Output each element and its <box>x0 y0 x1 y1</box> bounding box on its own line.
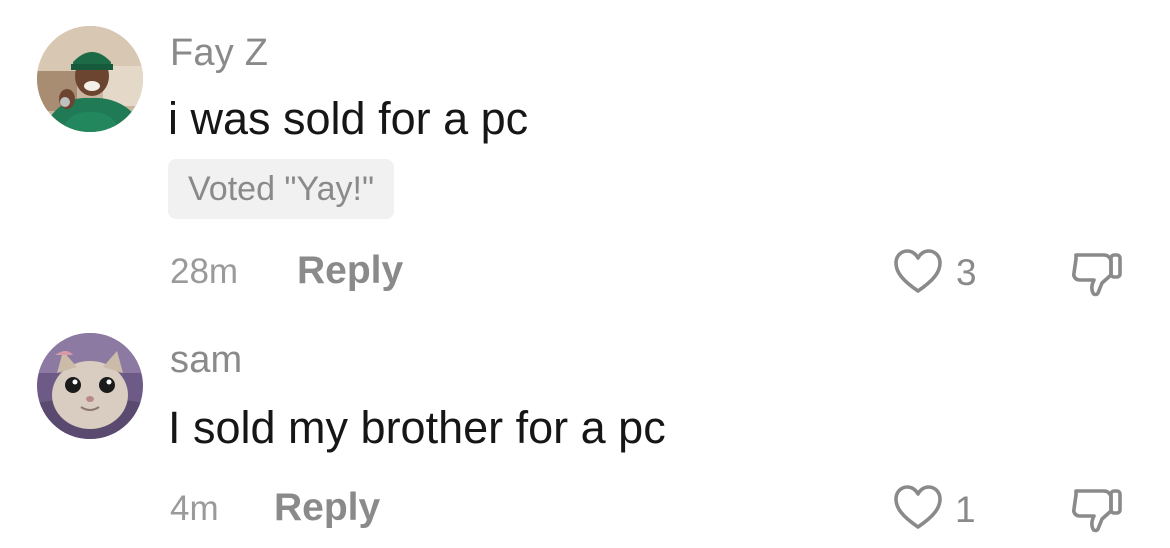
reply-button[interactable]: Reply <box>297 251 403 290</box>
comment-item: Fay Z i was sold for a pc Voted "Yay!" 2… <box>0 0 1170 310</box>
thumbs-down-outline-icon <box>1072 253 1122 297</box>
comment-timestamp: 4m <box>170 489 219 528</box>
like-count: 3 <box>956 252 977 293</box>
heart-outline-icon <box>894 249 942 293</box>
user-avatar[interactable] <box>37 26 143 132</box>
like-count: 1 <box>955 489 976 530</box>
avatar-photo-icon <box>37 26 143 132</box>
dislike-button[interactable] <box>1068 249 1124 299</box>
like-button[interactable] <box>892 248 944 296</box>
comment-username[interactable]: sam <box>170 341 242 379</box>
heart-outline-icon <box>894 485 942 529</box>
dislike-button[interactable] <box>1068 485 1124 535</box>
user-avatar[interactable] <box>37 333 143 439</box>
kitten-avatar-icon <box>37 333 143 439</box>
like-button[interactable] <box>892 484 944 532</box>
comment-text: i was sold for a pc <box>168 93 529 144</box>
comment-item: sam I sold my brother for a pc 4m Reply … <box>0 310 1170 548</box>
comment-text: I sold my brother for a pc <box>168 402 666 453</box>
comment-timestamp: 28m <box>170 252 239 291</box>
comment-username[interactable]: Fay Z <box>170 34 268 72</box>
thumbs-down-outline-icon <box>1072 489 1122 533</box>
reply-button[interactable]: Reply <box>274 488 380 527</box>
vote-badge: Voted "Yay!" <box>168 159 395 219</box>
